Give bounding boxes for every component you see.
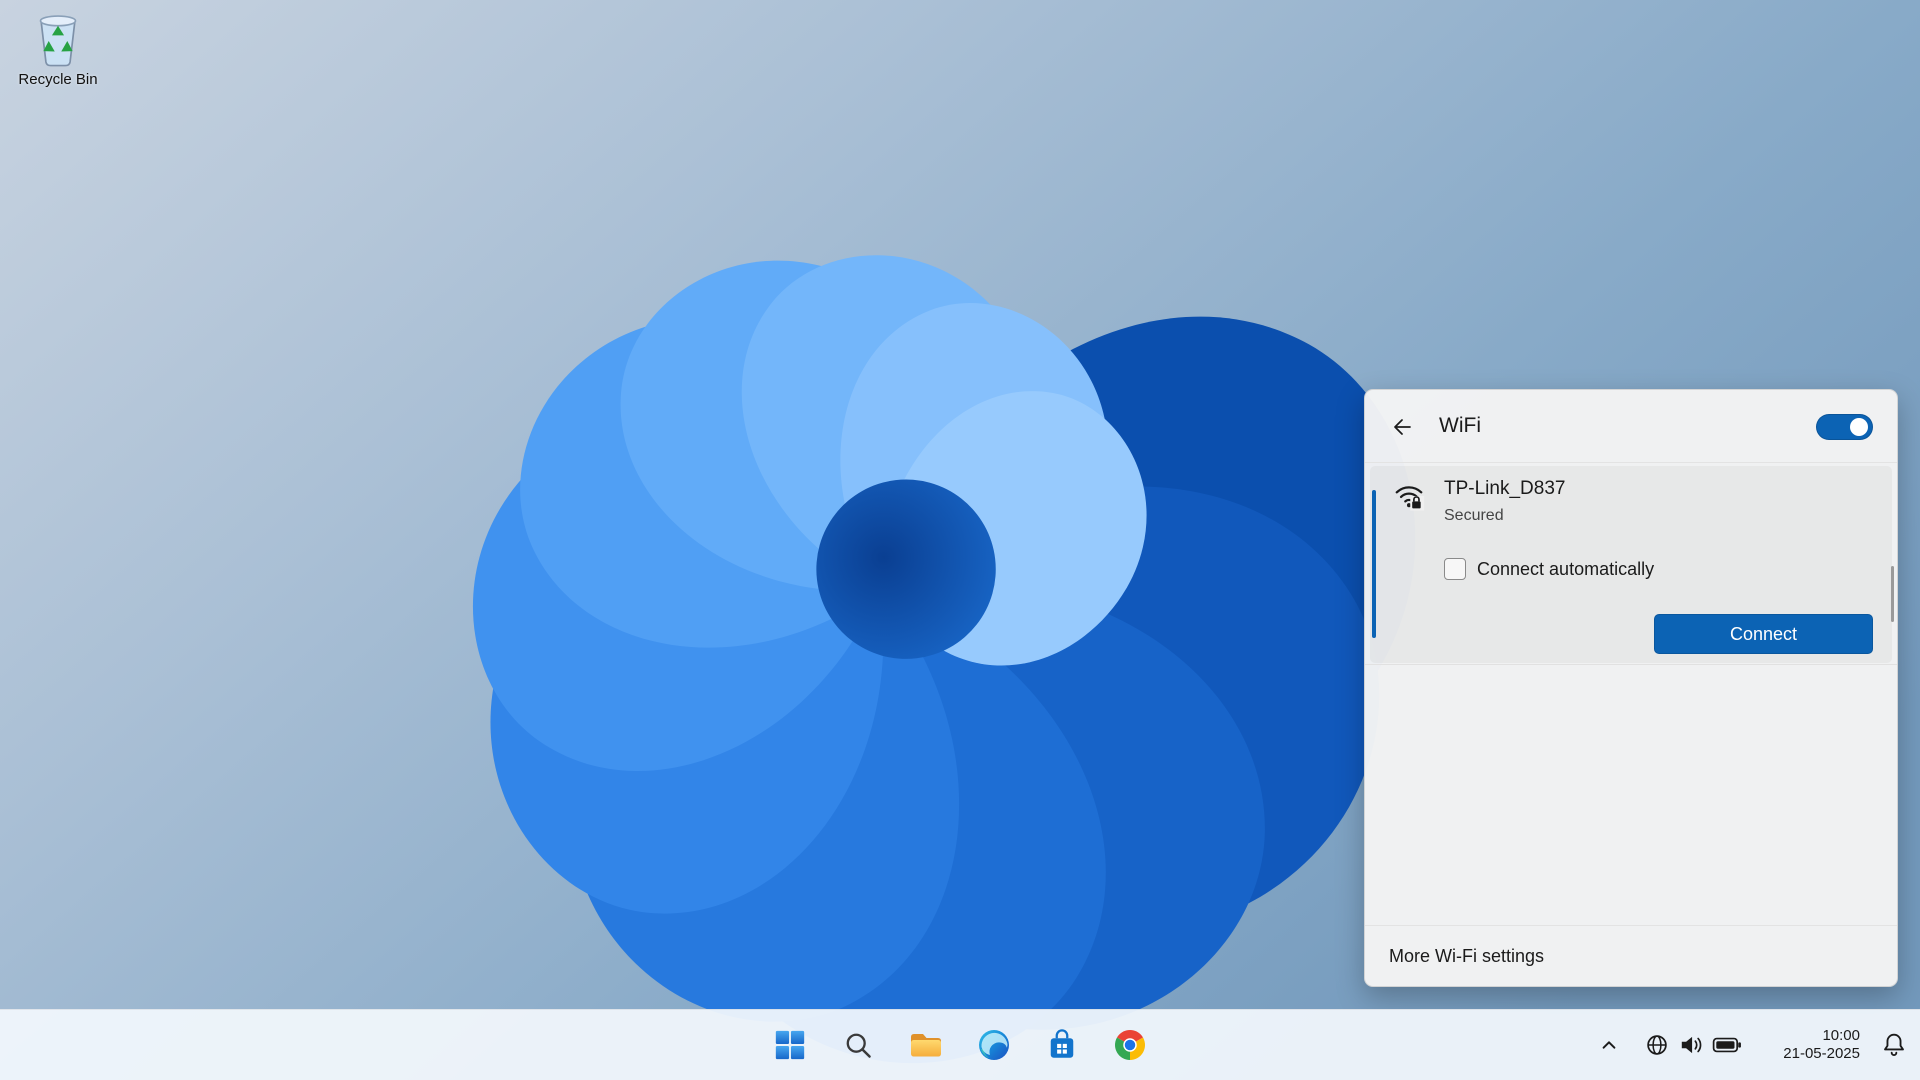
network-name: TP-Link_D837 — [1444, 478, 1565, 500]
edge-button[interactable] — [967, 1018, 1021, 1072]
wifi-flyout-footer: More Wi-Fi settings — [1365, 925, 1897, 986]
connect-button[interactable]: Connect — [1654, 614, 1873, 654]
system-tray: 10:00 21-05-2025 — [1592, 1010, 1912, 1080]
volume-icon — [1678, 1032, 1704, 1058]
network-status: Secured — [1444, 507, 1504, 525]
connect-automatically-label: Connect automatically — [1477, 559, 1654, 580]
wifi-flyout: WiFi TP-Link_D837 Secured Connect — [1364, 389, 1898, 987]
file-explorer-button[interactable] — [899, 1018, 953, 1072]
recycle-bin-label: Recycle Bin — [14, 71, 102, 88]
chrome-button[interactable] — [1103, 1018, 1157, 1072]
edge-icon — [976, 1027, 1012, 1063]
divider — [1365, 664, 1897, 665]
wifi-network-item[interactable]: TP-Link_D837 Secured Connect automatical… — [1370, 466, 1892, 663]
wifi-flyout-title: WiFi — [1439, 414, 1481, 438]
more-wifi-settings-link[interactable]: More Wi-Fi settings — [1389, 946, 1544, 967]
selected-indicator — [1372, 490, 1376, 638]
microsoft-store-icon — [1044, 1027, 1080, 1063]
search-button[interactable] — [831, 1018, 885, 1072]
notifications-bell-icon — [1880, 1031, 1908, 1059]
wifi-toggle[interactable] — [1816, 414, 1873, 440]
microsoft-store-button[interactable] — [1035, 1018, 1089, 1072]
connect-automatically-checkbox[interactable] — [1444, 558, 1466, 580]
battery-icon — [1712, 1032, 1742, 1058]
wifi-toggle-knob — [1850, 418, 1868, 436]
notification-center-button[interactable] — [1876, 1022, 1912, 1068]
start-button[interactable] — [763, 1018, 817, 1072]
wifi-flyout-header: WiFi — [1365, 390, 1897, 463]
start-icon — [773, 1028, 807, 1062]
tray-time: 10:00 — [1764, 1027, 1860, 1045]
tray-date: 21-05-2025 — [1764, 1045, 1860, 1063]
wifi-secured-icon — [1392, 478, 1426, 512]
back-button[interactable] — [1383, 408, 1421, 446]
taskbar: 10:00 21-05-2025 — [0, 1009, 1920, 1080]
search-icon — [842, 1029, 874, 1061]
recycle-bin-shortcut[interactable]: Recycle Bin — [14, 10, 102, 88]
taskbar-center-icons — [763, 1010, 1157, 1080]
file-explorer-icon — [908, 1027, 944, 1063]
recycle-bin-icon — [29, 10, 87, 68]
chrome-icon — [1112, 1027, 1148, 1063]
scrollbar-thumb[interactable] — [1891, 566, 1894, 622]
back-arrow-icon — [1391, 416, 1413, 438]
desktop: Recycle Bin WiFi — [0, 0, 1920, 1080]
clock-button[interactable]: 10:00 21-05-2025 — [1760, 1022, 1864, 1068]
clock: 10:00 21-05-2025 — [1764, 1027, 1860, 1063]
network-globe-icon — [1644, 1032, 1670, 1058]
quick-settings-button[interactable] — [1638, 1022, 1748, 1068]
hidden-icons-button[interactable] — [1592, 1022, 1626, 1068]
chevron-up-icon — [1596, 1032, 1622, 1058]
